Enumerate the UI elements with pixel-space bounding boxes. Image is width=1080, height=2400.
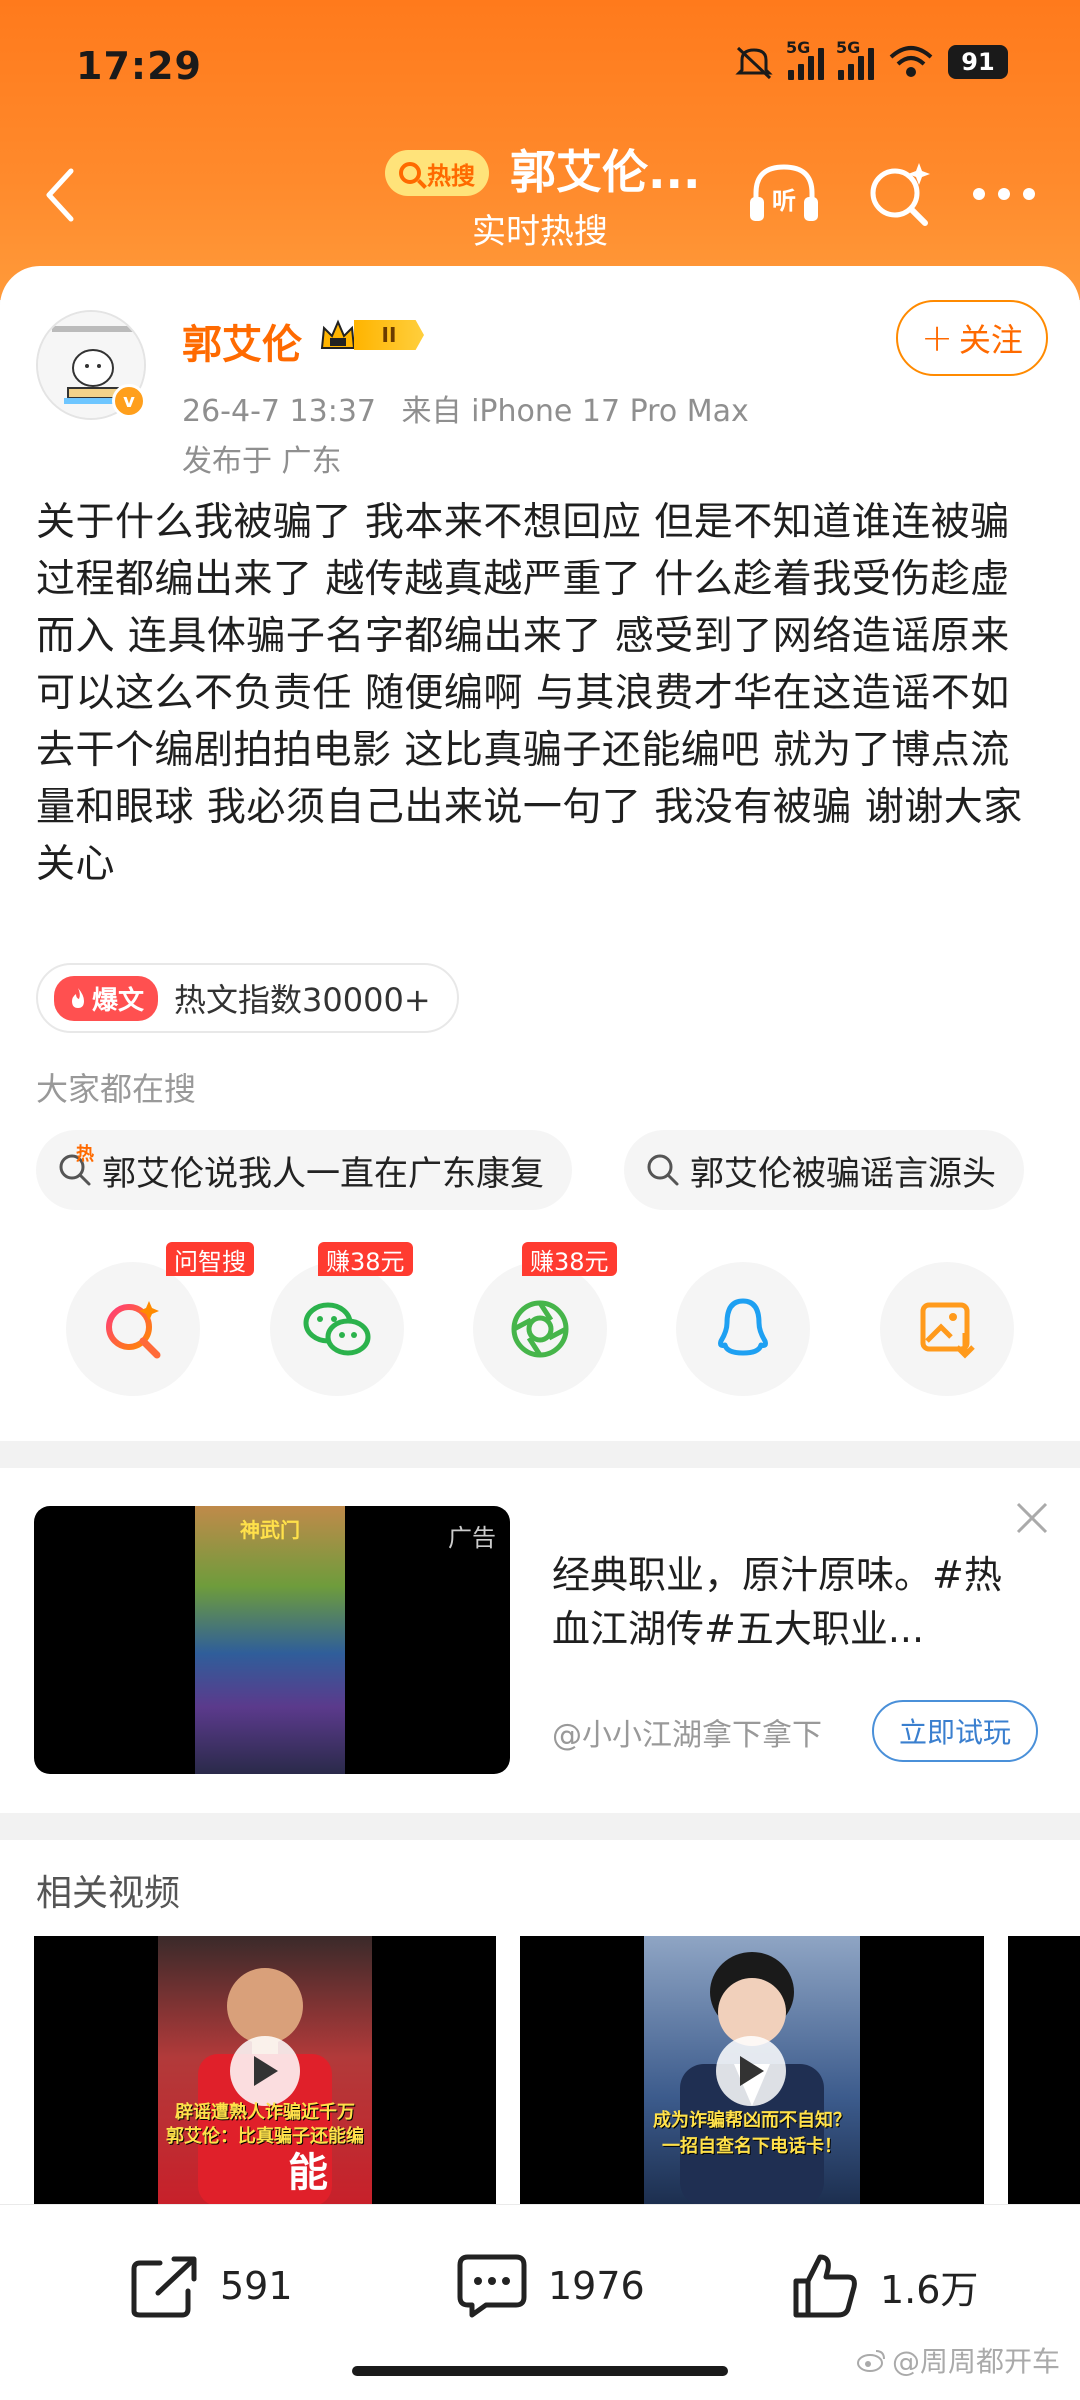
ad-author[interactable]: @小小江湖拿下拿下: [552, 1710, 822, 1754]
like-icon: [793, 2254, 857, 2318]
crown-icon: [320, 319, 356, 349]
mute-icon: [735, 46, 773, 80]
video-caption-1: 成为诈骗帮凶而不自知？: [653, 2110, 851, 2131]
related-video-2[interactable]: 成为诈骗帮凶而不自知？ 一招自查名下电话卡！: [520, 1936, 984, 2206]
ad-thumbnail[interactable]: 神武门 广告: [34, 1506, 510, 1774]
signal-icon-2: 5G: [836, 38, 874, 80]
fire-icon: [72, 988, 84, 1008]
search-icon: [647, 1154, 679, 1186]
hot-mark: 热: [76, 1144, 94, 1165]
ad-try-button[interactable]: 立即试玩: [872, 1700, 1038, 1762]
svg-text:听: 听: [772, 187, 796, 215]
status-icons: 5G 5G 91: [734, 38, 1008, 80]
comment-count: 1976: [548, 2264, 645, 2308]
share-ask-ai-button[interactable]: [66, 1262, 200, 1396]
share-tag-ask-ai: 问智搜: [166, 1242, 254, 1276]
play-icon[interactable]: [230, 2036, 300, 2106]
watermark: @周周都开车: [856, 2340, 1060, 2380]
status-bar: 17:29 5G 5G 91: [0, 0, 1080, 130]
video-caption-2: 郭艾伦：比真骗子还能编: [166, 2126, 364, 2147]
repost-icon: [131, 2256, 197, 2318]
post-text: 关于什么我被骗了 我本来不想回应 但是不知道谁连被骗过程都编出来了 越传越真越严…: [36, 500, 1023, 887]
verified-badge-icon: v: [112, 384, 146, 418]
related-search-title: 大家都在搜: [36, 1070, 197, 1108]
search-icon: [399, 162, 421, 184]
ad-title[interactable]: 经典职业，原汁原味。#热血江湖传#五大职业...: [552, 1548, 1022, 1656]
hot-search-badge: 热搜: [385, 150, 489, 196]
post-source: 来自 iPhone 17 Pro Max: [401, 394, 749, 429]
plus-icon: +: [921, 316, 953, 360]
listen-button[interactable]: 听: [744, 154, 824, 234]
weibo-logo-icon: [857, 2350, 885, 2372]
related-video-3[interactable]: [1008, 1936, 1080, 2206]
level-text: II: [354, 320, 424, 350]
header: 17:29 5G 5G 91 热搜 郭艾伦... 实时热搜 听: [0, 0, 1080, 300]
ad-label: 广告: [448, 1524, 496, 1552]
ai-search-icon: [106, 1301, 161, 1359]
share-wechat-button[interactable]: [270, 1262, 404, 1396]
post-card: v 郭艾伦 II 26-4-7 13:37 来自 iPhone 17 Pro M…: [0, 266, 1080, 1441]
status-time: 17:29: [76, 44, 202, 88]
like-button[interactable]: 1.6万: [790, 2241, 978, 2331]
share-qq-button[interactable]: [676, 1262, 810, 1396]
listen-icon: 听: [750, 164, 818, 221]
hot-index-text: 热文指数30000+: [174, 981, 431, 1019]
video-caption-1: 辟谣遭熟人诈骗近千万: [175, 2102, 355, 2123]
repost-count: 591: [220, 2264, 293, 2308]
related-videos-title: 相关视频: [36, 1873, 181, 1914]
svg-text:能: 能: [288, 2150, 328, 2196]
play-icon[interactable]: [716, 2036, 786, 2106]
battery-indicator: 91: [948, 45, 1008, 79]
wechat-icon: [303, 1302, 371, 1356]
share-tag-moments: 赚38元: [522, 1242, 617, 1276]
hot-article-badge: 爆文: [54, 975, 159, 1021]
repost-button[interactable]: 591: [130, 2241, 293, 2331]
related-video-1[interactable]: 能 辟谣遭熟人诈骗近千万 郭艾伦：比真骗子还能编: [34, 1936, 496, 2206]
wifi-icon: [889, 46, 933, 77]
post-time: 26-4-7 13:37: [182, 394, 376, 429]
post-location: 发布于 广东: [182, 444, 342, 479]
share-tag-wechat: 赚38元: [318, 1242, 413, 1276]
follow-button[interactable]: + 关注: [896, 300, 1048, 376]
share-row: 问智搜 赚38元 赚38元: [0, 1242, 1080, 1402]
author-name[interactable]: 郭艾伦: [182, 312, 302, 370]
member-level-badge[interactable]: II: [318, 318, 424, 352]
like-count: 1.6万: [880, 2267, 979, 2312]
close-icon[interactable]: [1012, 1498, 1052, 1538]
ai-search-icon: [870, 163, 930, 226]
video-caption-2: 一招自查名下电话卡！: [662, 2136, 842, 2157]
comment-icon: [457, 2254, 527, 2318]
related-search-chip-1[interactable]: 热 郭艾伦说我人一直在广东康复: [36, 1130, 572, 1210]
share-save-image-button[interactable]: [880, 1262, 1014, 1396]
moments-icon: [511, 1300, 569, 1358]
hot-index-pill[interactable]: 爆文 热文指数30000+: [36, 963, 459, 1033]
more-button[interactable]: [964, 154, 1044, 234]
qq-icon: [718, 1298, 768, 1356]
post-meta: 26-4-7 13:37 来自 iPhone 17 Pro Max: [182, 386, 749, 430]
save-image-icon: [920, 1302, 975, 1359]
ad-thumbnail-image: 神武门: [195, 1506, 345, 1774]
related-search-chip-2[interactable]: 郭艾伦被骗谣言源头: [624, 1130, 1024, 1210]
home-indicator[interactable]: [352, 2366, 728, 2376]
signal-icon-1: 5G: [786, 38, 824, 80]
ad-card[interactable]: 神武门 广告 经典职业，原汁原味。#热血江湖传#五大职业... @小小江湖拿下拿…: [0, 1468, 1080, 1813]
top-nav: 热搜 郭艾伦... 实时热搜 听: [0, 130, 1080, 260]
share-moments-button[interactable]: [473, 1262, 607, 1396]
more-icon: [973, 188, 1035, 200]
ai-search-button[interactable]: [860, 154, 940, 234]
page-title: 郭艾伦...: [510, 145, 701, 199]
comment-button[interactable]: 1976: [456, 2241, 645, 2331]
